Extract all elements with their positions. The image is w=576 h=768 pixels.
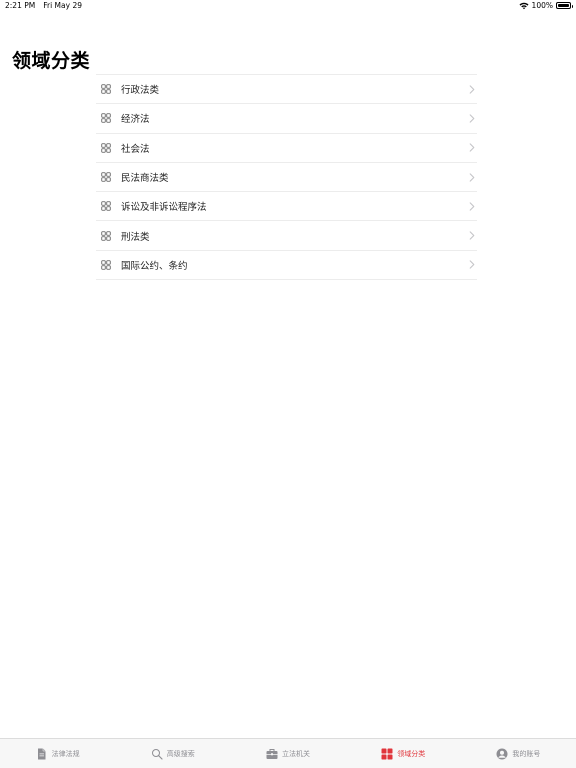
category-label: 诉讼及非诉讼程序法 — [121, 202, 207, 214]
status-date: Fri May 29 — [43, 1, 82, 10]
tab-document[interactable]: 法律法规 — [0, 739, 115, 768]
grid-icon — [101, 230, 111, 241]
tab-bar: 法律法规 高级搜索 立法机关 领域分类 我的账号 — [0, 738, 576, 768]
category-label: 刑法类 — [121, 231, 150, 243]
status-time: 2:21 PM — [5, 1, 36, 10]
wifi-icon — [519, 2, 529, 9]
chevron-right-icon — [469, 172, 475, 182]
search-icon — [151, 748, 163, 760]
category-label: 社会法 — [121, 143, 150, 155]
chevron-right-icon — [469, 114, 475, 123]
category-item-7[interactable]: 国际公约、条约 — [96, 251, 477, 281]
grid-icon — [101, 84, 111, 94]
category-label: 行政法类 — [121, 85, 160, 97]
user-icon — [496, 748, 508, 759]
chevron-right-icon — [469, 85, 475, 94]
briefcase-icon — [266, 748, 278, 759]
battery-fill — [558, 4, 569, 7]
app-screen: 2:21 PM Fri May 29 100% 领域分类 行政法类 经济法 社会… — [0, 0, 576, 768]
tab-label: 立法机关 — [282, 749, 310, 758]
chevron-right-icon — [469, 231, 475, 240]
status-right: 100% — [519, 1, 573, 10]
category-item-2[interactable]: 经济法 — [96, 104, 477, 134]
status-left: 2:21 PM Fri May 29 — [5, 1, 82, 10]
chevron-right-icon — [469, 143, 475, 152]
category-label: 民法商法类 — [121, 173, 169, 185]
battery-icon — [556, 2, 573, 9]
category-item-4[interactable]: 民法商法类 — [96, 163, 477, 193]
tab-label: 高级搜索 — [166, 749, 195, 758]
grid-icon — [101, 143, 111, 153]
grid-icon — [101, 201, 111, 211]
category-label: 国际公约、条约 — [121, 260, 188, 272]
category-label: 经济法 — [121, 114, 150, 126]
status-bar: 2:21 PM Fri May 29 100% — [0, 0, 576, 12]
tab-search[interactable]: 高级搜索 — [115, 739, 230, 768]
category-item-5[interactable]: 诉讼及非诉讼程序法 — [96, 192, 477, 222]
grid-icon — [101, 113, 111, 124]
page-title: 领域分类 — [12, 50, 91, 72]
grid-icon — [101, 172, 111, 182]
chevron-right-icon — [469, 202, 475, 211]
tab-label: 我的账号 — [512, 749, 541, 758]
battery-percent: 100% — [531, 1, 553, 10]
document-icon — [37, 748, 46, 759]
tab-label: 法律法规 — [51, 749, 80, 758]
grid-icon — [101, 260, 111, 270]
category-item-6[interactable]: 刑法类 — [96, 221, 477, 251]
tab-grid[interactable]: 领域分类 — [346, 739, 461, 768]
grid-icon — [381, 748, 393, 759]
tab-label: 领域分类 — [397, 749, 426, 758]
category-list: 行政法类 经济法 社会法 民法商法类 诉讼及非诉讼程序法 刑法类 国际公约、条约 — [96, 74, 477, 281]
tab-briefcase[interactable]: 立法机关 — [230, 739, 345, 768]
chevron-right-icon — [469, 260, 475, 270]
category-item-3[interactable]: 社会法 — [96, 134, 477, 163]
tab-user[interactable]: 我的账号 — [461, 739, 576, 768]
category-item-1[interactable]: 行政法类 — [96, 75, 477, 105]
